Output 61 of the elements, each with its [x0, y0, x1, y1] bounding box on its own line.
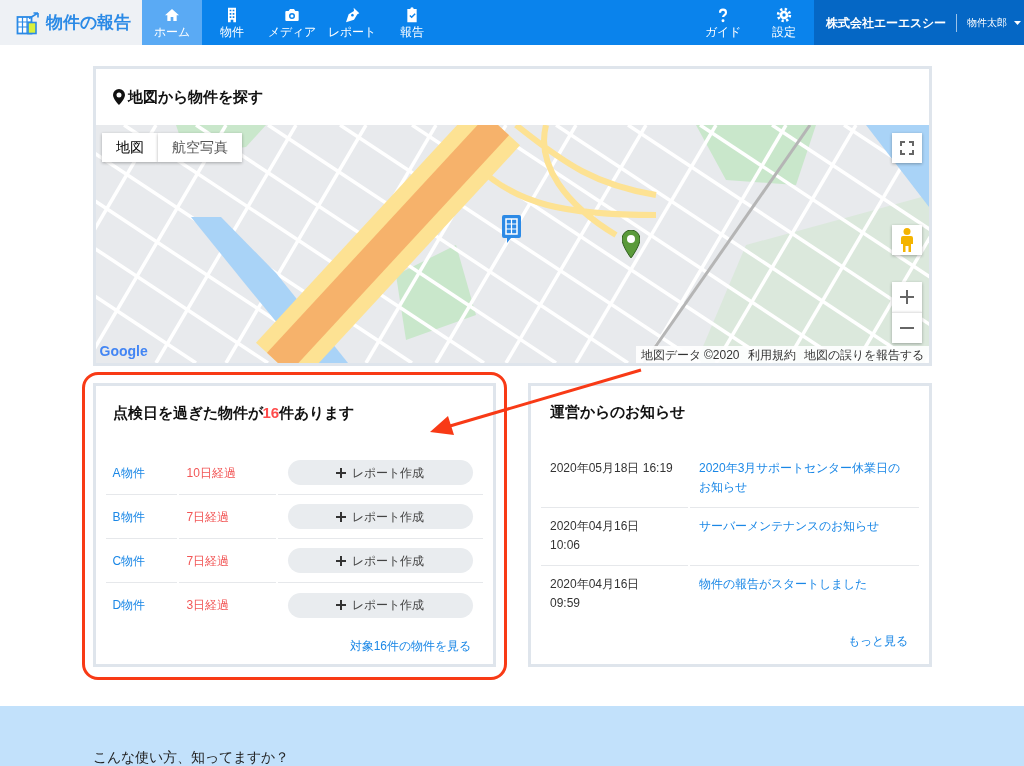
nav-tab[interactable]: メディア — [262, 0, 322, 45]
notice-date: 2020年04月16日 10:06 — [550, 518, 640, 554]
card-title: 点検日を過ぎた物件が16件あります — [112, 403, 355, 423]
clipboard-check-icon — [404, 7, 420, 23]
pen-nib-icon — [344, 7, 360, 23]
user-menu-button[interactable]: 物件太郎 — [967, 15, 1021, 30]
create-report-button[interactable]: レポート作成 — [287, 592, 473, 618]
zoom-out-button[interactable] — [891, 312, 922, 343]
zoom-in-button[interactable] — [891, 282, 922, 312]
plus-icon — [336, 511, 347, 522]
map-type-button[interactable]: 地図 — [101, 133, 158, 162]
property-link[interactable]: D物件 — [112, 596, 146, 614]
home-icon — [164, 7, 180, 23]
gear-icon — [775, 7, 792, 23]
create-report-button[interactable]: レポート作成 — [287, 548, 473, 573]
plus-icon — [336, 555, 347, 566]
camera-icon — [284, 7, 300, 23]
caret-down-icon — [1014, 20, 1021, 25]
notice-link[interactable]: 2020年3月サポートセンター休業日のお知らせ — [699, 459, 907, 497]
building-map-marker-icon[interactable] — [501, 215, 521, 243]
card-title: 運営からのお知らせ — [550, 402, 685, 422]
section-title: こんな使い方、知ってますか？ — [92, 748, 289, 766]
map-pin-icon — [112, 89, 125, 105]
nav-tab[interactable]: レポート — [322, 0, 382, 45]
nav-tab[interactable]: 物件 — [202, 0, 262, 45]
company-name: 株式会社エーエスシー — [826, 14, 946, 32]
elapsed-days: 7日経過 — [186, 551, 230, 570]
toolbar-link[interactable]: 設定 — [753, 0, 814, 45]
fullscreen-button[interactable] — [891, 133, 922, 163]
elapsed-days: 3日経過 — [186, 596, 230, 614]
create-report-button[interactable]: レポート作成 — [287, 460, 473, 485]
view-all-link[interactable]: 対象16件の物件を見る — [349, 637, 471, 655]
person-figure-icon — [900, 228, 913, 252]
property-link[interactable]: C物件 — [112, 551, 146, 570]
building-chart-logo-icon — [16, 10, 40, 35]
nav-tab[interactable]: 報告 — [382, 0, 442, 45]
map-pin-marker-icon[interactable] — [621, 230, 640, 258]
app-logo-text: 物件の報告 — [46, 14, 131, 31]
card-title: 地図から物件を探す — [127, 86, 263, 107]
property-link[interactable]: B物件 — [112, 507, 145, 526]
map-data-credit: 地図データ ©2020 — [640, 348, 740, 361]
fullscreen-icon — [899, 141, 914, 155]
create-report-button[interactable]: レポート作成 — [287, 504, 473, 529]
more-link[interactable]: もっと見る — [847, 632, 908, 650]
elapsed-days: 7日経過 — [186, 507, 230, 526]
property-link[interactable]: A物件 — [112, 463, 145, 482]
map-type-button[interactable]: 航空写真 — [157, 133, 242, 162]
report-error-link[interactable]: 地図の誤りを報告する — [803, 348, 924, 361]
toolbar-link[interactable]: ガイド — [692, 0, 753, 45]
plus-icon — [336, 600, 347, 610]
plus-icon — [899, 290, 914, 304]
plus-icon — [336, 467, 347, 478]
nav-tab[interactable]: ホーム — [142, 0, 202, 45]
notice-date: 2020年05月18日 16:19 — [550, 460, 673, 477]
terms-link[interactable]: 利用規約 — [747, 348, 796, 361]
elapsed-days: 10日経過 — [186, 463, 236, 482]
notice-link[interactable]: サーバーメンテナンスのお知らせ — [699, 517, 907, 536]
notice-link[interactable]: 物件の報告がスタートしました — [699, 575, 907, 594]
map-provider-logo: Google — [99, 344, 148, 358]
minus-icon — [899, 327, 914, 329]
notice-date: 2020年04月16日 09:59 — [550, 576, 640, 612]
